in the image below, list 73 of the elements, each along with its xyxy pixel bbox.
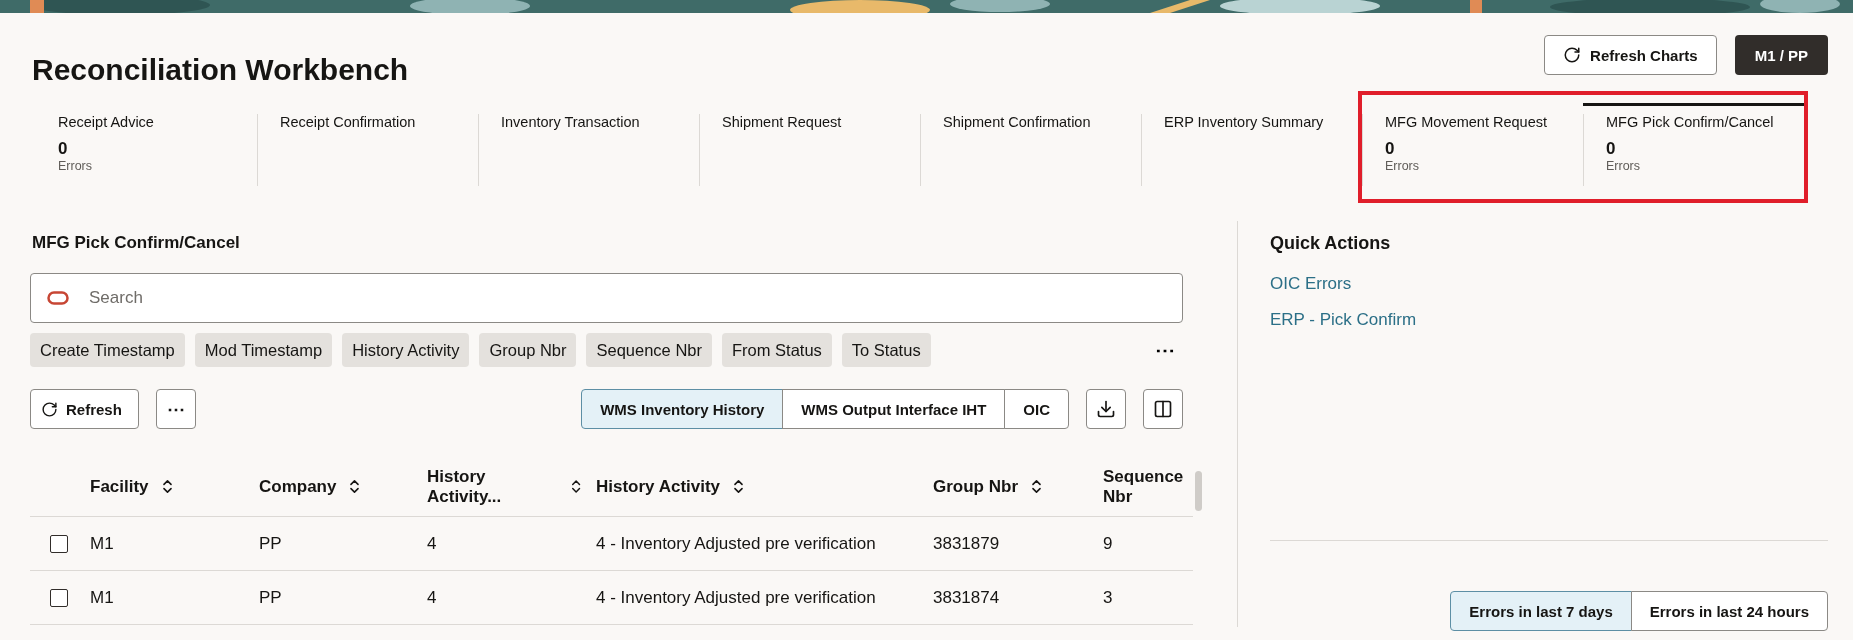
row-checkbox[interactable] — [50, 588, 68, 607]
quick-action-link[interactable]: ERP - Pick Confirm — [1270, 310, 1417, 330]
table-cell: 3831874 — [933, 587, 1000, 608]
tile-label: ERP Inventory Summary — [1164, 114, 1324, 130]
filter-chip[interactable]: Sequence Nbr — [586, 333, 712, 367]
more-actions-button[interactable]: ⋯ — [155, 389, 196, 429]
summary-tile[interactable]: Shipment Request — [699, 103, 920, 203]
more-filters-button[interactable]: ⋯ — [1155, 338, 1175, 362]
quick-actions-title: Quick Actions — [1270, 233, 1391, 254]
error-count: 0 — [1606, 139, 1616, 159]
error-count: 0 — [58, 139, 68, 159]
columns-icon — [1153, 399, 1173, 419]
row-checkbox[interactable] — [50, 534, 68, 553]
summary-tile[interactable]: Receipt Advice 0 Errors — [36, 103, 257, 203]
refresh-icon — [41, 400, 58, 418]
filter-chip[interactable]: To Status — [841, 333, 931, 367]
filter-chip[interactable]: Mod Timestamp — [194, 333, 333, 367]
range-toggle[interactable]: Errors in last 24 hours — [1630, 591, 1828, 631]
summary-tile[interactable]: MFG Pick Confirm/Cancel 0 Errors — [1583, 103, 1804, 199]
table-cell: M1 — [90, 533, 114, 554]
column-header[interactable]: Company — [259, 476, 337, 497]
table-cell: PP — [259, 587, 282, 608]
tile-label: Shipment Confirmation — [943, 114, 1091, 130]
table-cell: 3 — [1103, 587, 1113, 608]
column-header[interactable]: History Activity — [596, 476, 721, 497]
columns-button[interactable] — [1143, 389, 1183, 429]
column-header[interactable]: Facility — [90, 476, 149, 497]
download-icon — [1096, 399, 1116, 419]
tile-label: Receipt Confirmation — [280, 114, 416, 130]
table-cell: 4 - Inventory Adjusted pre verification — [596, 587, 876, 608]
tile-label: Inventory Transaction — [501, 114, 640, 130]
table-cell: M1 — [90, 587, 114, 608]
page-title: Reconciliation Workbench — [32, 53, 409, 87]
view-toggle[interactable]: WMS Output Interface IHT — [782, 389, 1006, 429]
filter-chip[interactable]: Create Timestamp — [30, 333, 185, 367]
search-icon — [47, 291, 69, 305]
table-cell: PP — [259, 533, 282, 554]
tile-label: Shipment Request — [722, 114, 842, 130]
column-header[interactable]: Sequence Nbr — [1103, 466, 1184, 507]
table-cell: 3831879 — [933, 533, 1000, 554]
table-cell: 4 — [427, 533, 437, 554]
summary-tile[interactable]: MFG Movement Request 0 Errors — [1362, 103, 1583, 199]
search-field[interactable]: Search — [30, 273, 1183, 323]
summary-tile[interactable]: Inventory Transaction — [478, 103, 699, 203]
filter-chip[interactable]: History Activity — [342, 333, 470, 367]
tile-caption: Errors — [1606, 159, 1641, 173]
quick-action-link[interactable]: OIC Errors — [1270, 274, 1352, 294]
context-button[interactable]: M1 / PP — [1734, 35, 1828, 75]
refresh-button[interactable]: Refresh — [30, 389, 139, 429]
filter-chip[interactable]: From Status — [722, 333, 832, 367]
refresh-icon — [1563, 46, 1582, 64]
view-toggle[interactable]: WMS Inventory History — [581, 389, 784, 429]
tile-caption: Errors — [58, 159, 93, 173]
download-button[interactable] — [1086, 389, 1126, 429]
table-cell: 4 — [427, 587, 437, 608]
column-header[interactable]: Group Nbr — [933, 476, 1018, 497]
filter-chip[interactable]: Group Nbr — [479, 333, 577, 367]
summary-tile[interactable]: ERP Inventory Summary — [1141, 103, 1362, 203]
table-cell: 9 — [1103, 533, 1113, 554]
refresh-charts-button[interactable]: Refresh Charts — [1544, 35, 1717, 75]
summary-tile[interactable]: Shipment Confirmation — [920, 103, 1141, 203]
tile-label: MFG Pick Confirm/Cancel — [1606, 114, 1774, 130]
column-header[interactable]: History Activity... — [427, 466, 558, 507]
section-title: MFG Pick Confirm/Cancel — [32, 233, 240, 253]
table-cell: 4 - Inventory Adjusted pre verification — [596, 533, 876, 554]
scrollbar-thumb[interactable] — [1195, 471, 1202, 511]
summary-tile[interactable]: Receipt Confirmation — [257, 103, 478, 203]
view-toggle[interactable]: OIC — [1004, 389, 1069, 429]
range-toggle[interactable]: Errors in last 7 days — [1450, 591, 1632, 631]
tile-label: Receipt Advice — [58, 114, 154, 130]
error-count: 0 — [1385, 139, 1395, 159]
tile-label: MFG Movement Request — [1385, 114, 1547, 130]
tile-caption: Errors — [1385, 159, 1420, 173]
